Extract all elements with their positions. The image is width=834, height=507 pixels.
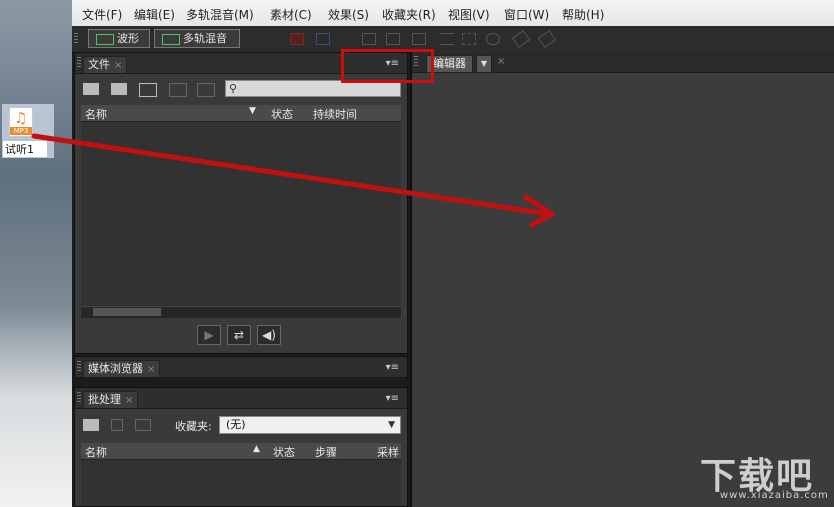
desktop-file-icon[interactable]: ♫ MP3 试听1 [2,104,54,158]
audition-window: 文件(F) 编辑(E) 多轨混音(M) 素材(C) 效果(S) 收藏夹(R) 视… [72,0,834,507]
menu-window[interactable]: 窗口(W) [504,6,549,23]
column-duration[interactable]: 持续时间 [313,106,357,122]
tab-files-label: 文件 [88,58,110,71]
time-selection-icon[interactable] [440,33,454,45]
media-browser-tab-bar: 媒体浏览器 × ▾≡ [75,357,407,378]
multitrack-button[interactable]: 多轨混音 [154,29,240,48]
sort-icon[interactable]: ▲ [253,444,260,454]
panel-grip[interactable] [77,392,81,404]
new-file-icon[interactable] [139,83,157,97]
panel-menu-icon[interactable]: ▾≡ [386,362,399,373]
files-panel: 文件 × ▾≡ ⚲ 名称 ▼ 状态 持续时间 ▶ ⇄ ◀) [74,52,408,354]
menu-clip[interactable]: 素材(C) [270,6,312,23]
waveform-button[interactable]: 波形 [88,29,150,48]
panel-grip[interactable] [77,361,81,373]
tab-batch[interactable]: 批处理 × [83,391,139,408]
column-name[interactable]: 名称 [85,444,107,460]
autoplay-button[interactable]: ◀) [257,325,281,345]
spectral-pitch-icon[interactable] [316,33,330,45]
lasso-tool-icon[interactable] [486,33,500,45]
column-status[interactable]: 状态 [271,106,293,122]
scroll-thumb[interactable] [93,308,161,316]
batch-list[interactable] [81,460,401,506]
slip-tool-icon[interactable] [412,33,426,45]
tab-editor-label: 编辑器 [433,57,466,70]
files-table-header: 名称 ▼ 状态 持续时间 [81,105,401,122]
razor-tool-icon[interactable] [386,33,400,45]
move-tool-icon[interactable] [362,33,376,45]
insert-multitrack-icon[interactable] [169,83,187,97]
menu-bar: 文件(F) 编辑(E) 多轨混音(M) 素材(C) 效果(S) 收藏夹(R) 视… [72,0,834,26]
close-icon[interactable]: × [147,364,155,375]
menu-effects[interactable]: 效果(S) [328,6,369,23]
desktop-file-label: 试听1 [3,141,47,157]
marquee-tool-icon[interactable] [462,33,476,45]
favorites-value: (无) [226,418,246,431]
mp3-file-icon: ♫ MP3 [9,107,33,137]
chevron-down-icon: ▼ [388,420,395,430]
panel-menu-icon[interactable]: ▾≡ [386,393,399,404]
brush-tool-icon[interactable] [511,30,531,48]
close-icon[interactable]: × [125,395,133,406]
delete-icon[interactable] [197,83,215,97]
import-file-icon[interactable] [111,83,127,95]
music-note-icon: ♫ [14,109,28,127]
batch-panel: 批处理 × ▾≡ 收藏夹: (无) ▼ 名称 ▲ 状态 步骤 采样 [74,387,408,507]
files-hscrollbar[interactable] [81,306,401,318]
editor-panel[interactable]: 编辑器 ▼ × [410,52,834,507]
delete-icon[interactable] [111,419,123,431]
toolbar-grip[interactable] [74,33,78,45]
watermark-url: www.xiazaiba.com [720,490,829,501]
menu-favorites[interactable]: 收藏夹(R) [382,6,436,23]
highlight-box [341,49,434,83]
open-folder-icon[interactable] [83,419,99,431]
open-folder-icon[interactable] [83,83,99,95]
column-name[interactable]: 名称 [85,106,107,122]
menu-file[interactable]: 文件(F) [82,6,122,23]
multitrack-icon [162,34,180,45]
sort-icon[interactable]: ▼ [249,106,256,116]
tab-media-browser[interactable]: 媒体浏览器 × [83,360,161,377]
batch-tab-bar: 批处理 × ▾≡ [75,388,407,409]
tab-files[interactable]: 文件 × [83,56,128,73]
batch-table-header: 名称 ▲ 状态 步骤 采样 [81,443,401,460]
waveform-icon [96,34,114,45]
healing-tool-icon[interactable] [537,30,557,48]
waveform-label: 波形 [117,32,139,45]
watermark: 下载吧 www.xiazaiba.com [700,447,830,507]
clear-all-icon[interactable] [135,419,151,431]
media-browser-panel: 媒体浏览器 × ▾≡ [74,356,408,378]
toolbar: 波形 多轨混音 [72,26,834,53]
search-icon: ⚲ [229,82,238,95]
desktop-background [0,0,72,507]
column-steps[interactable]: 步骤 [315,444,337,460]
close-icon[interactable]: × [114,60,122,71]
menu-edit[interactable]: 编辑(E) [134,6,175,23]
mp3-tag: MP3 [10,127,32,135]
loop-button[interactable]: ⇄ [227,325,251,345]
close-icon[interactable]: × [497,56,505,67]
editor-tab-bar: 编辑器 ▼ × [412,52,834,73]
play-button[interactable]: ▶ [197,325,221,345]
favorites-select[interactable]: (无) ▼ [219,416,401,434]
spectral-frequency-icon[interactable] [290,33,304,45]
tab-batch-label: 批处理 [88,393,121,406]
column-sample[interactable]: 采样 [377,444,399,460]
multitrack-label: 多轨混音 [183,32,227,45]
menu-help[interactable]: 帮助(H) [562,6,604,23]
menu-view[interactable]: 视图(V) [448,6,490,23]
tab-media-browser-label: 媒体浏览器 [88,362,143,375]
menu-multitrack[interactable]: 多轨混音(M) [186,6,254,23]
panel-grip[interactable] [77,57,81,69]
favorites-label: 收藏夹: [175,420,212,433]
files-list[interactable] [81,122,401,306]
column-status[interactable]: 状态 [273,444,295,460]
editor-dropdown-button[interactable]: ▼ [476,55,492,73]
